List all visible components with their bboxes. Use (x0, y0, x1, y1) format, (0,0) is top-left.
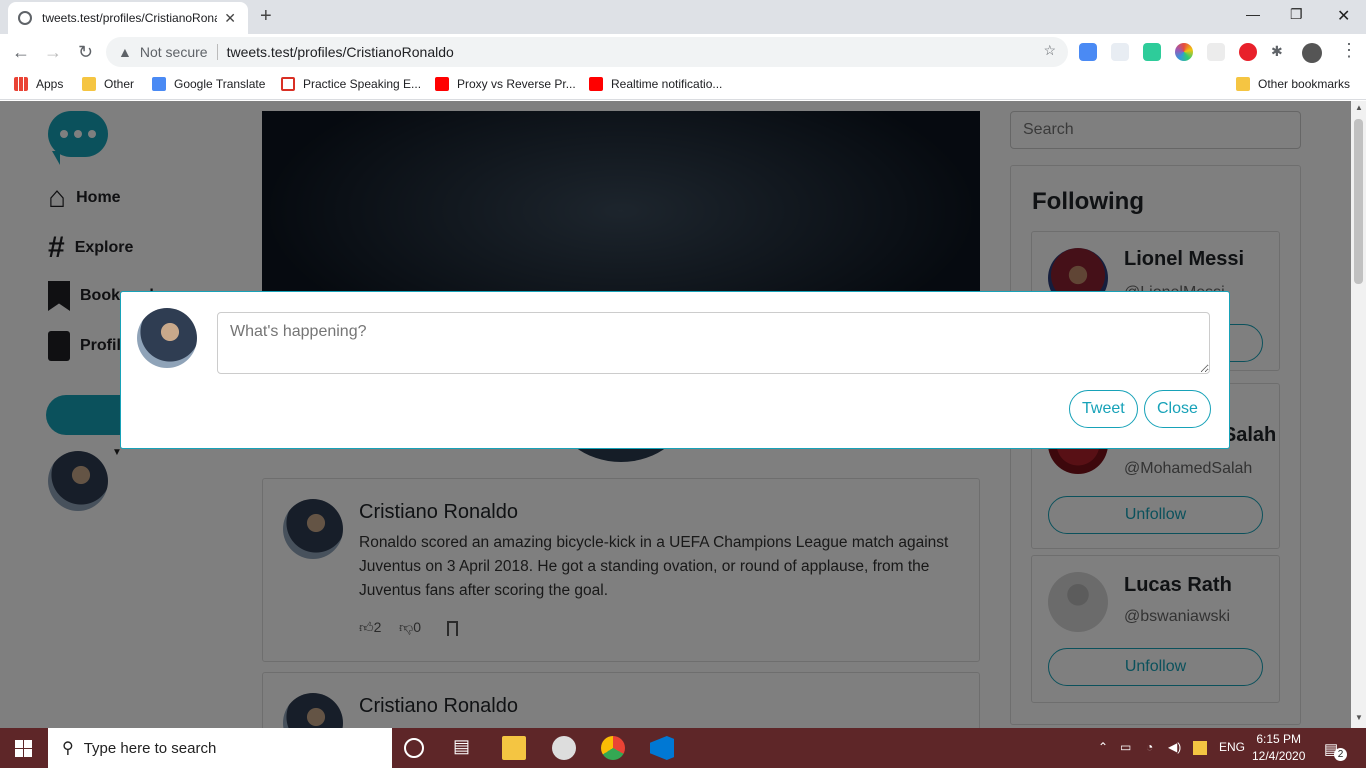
address-bar[interactable]: ▲ Not secure tweets.test/profiles/Cristi… (106, 37, 1068, 67)
volume-icon[interactable]: ◀) (1168, 740, 1181, 754)
tab-close-icon[interactable]: ✕ (224, 10, 236, 27)
close-window-icon[interactable]: ✕ (1337, 6, 1350, 26)
close-button[interactable]: Close (1144, 390, 1211, 428)
bookmark-other[interactable]: Other (82, 77, 134, 91)
folder-icon (1236, 77, 1250, 91)
browser-toolbar: ← → ↻ ▲ Not secure tweets.test/profiles/… (0, 34, 1366, 70)
globe-icon (18, 11, 32, 25)
cortana-icon[interactable] (404, 738, 424, 758)
bookmark-realtime[interactable]: Realtime notificatio... (589, 77, 722, 91)
color-ext-icon[interactable] (1175, 43, 1193, 61)
bookmark-practice[interactable]: Practice Speaking E... (281, 77, 421, 91)
tweet-textarea[interactable] (217, 312, 1210, 374)
bookmarks-bar: Apps Other Google Translate Practice Spe… (0, 70, 1366, 100)
forward-icon[interactable]: → (44, 42, 62, 63)
blank-ext-icon[interactable] (1207, 43, 1225, 61)
bookmark-google-translate[interactable]: Google Translate (152, 77, 265, 91)
tray-chevron-icon[interactable]: ⌃ (1098, 740, 1108, 754)
page-scrollbar[interactable]: ▲ ▼ (1351, 101, 1366, 728)
chrome-icon[interactable] (601, 736, 625, 760)
reload-icon[interactable]: ↻ (78, 42, 93, 63)
red-ext-icon[interactable] (1239, 43, 1257, 61)
scroll-down-icon[interactable]: ▼ (1355, 713, 1363, 722)
windows-taskbar: ⚲ Type here to search ▤ ⌃ ▭ ◔ ◀) ENG 6:1… (0, 728, 1366, 768)
restore-icon[interactable]: ❐ (1290, 6, 1303, 23)
scroll-up-icon[interactable]: ▲ (1355, 103, 1363, 112)
bookmark-other-bookmarks[interactable]: Other bookmarks (1236, 77, 1350, 91)
url-text: tweets.test/profiles/CristianoRonaldo (226, 44, 454, 60)
windows-start-icon[interactable] (15, 740, 32, 757)
scrollbar-thumb[interactable] (1354, 119, 1363, 284)
practice-icon (281, 77, 295, 91)
minimize-icon[interactable]: — (1246, 6, 1260, 22)
menu-icon[interactable]: ⋮ (1340, 40, 1358, 61)
bookmark-apps[interactable]: Apps (14, 77, 63, 91)
vscode-icon[interactable] (650, 736, 674, 760)
tweet-button[interactable]: Tweet (1069, 390, 1138, 428)
translate-icon (152, 77, 166, 91)
wifi-icon[interactable]: ◔ (1146, 740, 1153, 754)
compose-tweet-modal: Tweet Close (120, 291, 1230, 449)
new-tab-icon[interactable]: + (260, 5, 272, 28)
youtube-icon (435, 77, 449, 91)
puzzle-icon[interactable]: ✱ (1271, 43, 1289, 61)
folder-icon (82, 77, 96, 91)
apps-icon (14, 77, 28, 91)
browser-tab[interactable]: tweets.test/profiles/CristianoRonaldo ✕ (8, 2, 248, 34)
tab-title: tweets.test/profiles/CristianoRonaldo (42, 11, 217, 25)
search-icon: ⚲ (62, 740, 74, 757)
warning-icon: ▲ (118, 44, 132, 60)
notification-app-icon[interactable] (1193, 741, 1207, 755)
taskbar-clock[interactable]: 6:15 PM 12/4/2020 (1252, 731, 1305, 765)
compose-avatar (137, 308, 197, 368)
file-explorer-icon[interactable] (502, 736, 526, 760)
battery-icon[interactable]: ▭ (1120, 740, 1131, 754)
task-view-icon[interactable]: ▤ (453, 736, 477, 760)
n-ext-icon[interactable] (1143, 43, 1161, 61)
not-secure-label: Not secure (139, 44, 208, 60)
youtube-icon (589, 77, 603, 91)
megaphone-ext-icon[interactable] (1111, 43, 1129, 61)
bookmark-proxy[interactable]: Proxy vs Reverse Pr... (435, 77, 576, 91)
language-indicator[interactable]: ENG (1219, 740, 1245, 754)
taskbar-search[interactable]: ⚲ Type here to search (48, 728, 392, 768)
notification-count: 2 (1334, 748, 1347, 761)
profile-avatar-icon[interactable] (1302, 43, 1322, 63)
browser-tab-strip: tweets.test/profiles/CristianoRonaldo ✕ … (0, 0, 1366, 34)
translate-ext-icon[interactable] (1079, 43, 1097, 61)
back-icon[interactable]: ← (12, 42, 30, 63)
clock-app-icon[interactable] (552, 736, 576, 760)
star-icon[interactable]: ☆ (1043, 42, 1056, 59)
